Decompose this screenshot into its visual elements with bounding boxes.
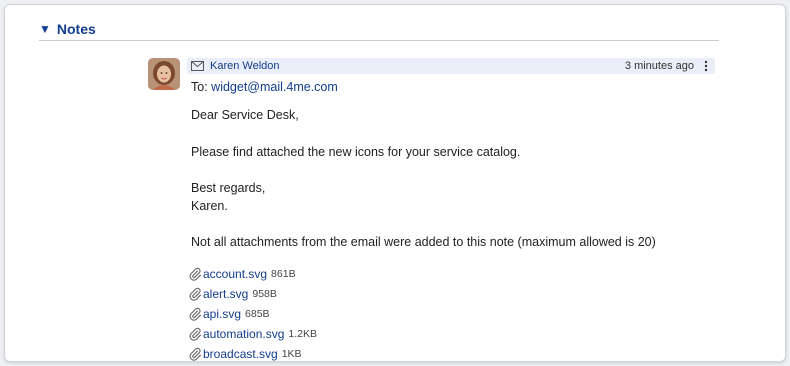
attachment-item: alert.svg 958B (188, 284, 317, 304)
attachment-item: account.svg 861B (188, 264, 317, 284)
attachment-link[interactable]: broadcast.svg (203, 347, 278, 361)
attachment-size: 1KB (281, 348, 302, 360)
paperclip-icon (188, 287, 202, 301)
attachment-size: 685B (245, 308, 270, 320)
note-timestamp: 3 minutes ago (624, 60, 694, 72)
note-greeting: Dear Service Desk, (191, 108, 299, 122)
attachment-size: 1.2KB (288, 328, 317, 340)
paperclip-icon (188, 267, 202, 281)
note-header: Karen Weldon 3 minutes ago (187, 58, 715, 74)
section-title: Notes (56, 20, 96, 37)
attachment-size: 958B (252, 288, 277, 300)
note-author-link[interactable]: Karen Weldon (210, 60, 280, 72)
note-closing: Best regards, (191, 181, 266, 195)
attachment-item: broadcast.svg 1KB (188, 344, 317, 361)
attachment-link[interactable]: account.svg (203, 267, 267, 281)
collapse-toggle-icon[interactable]: ▼ (39, 22, 51, 36)
attachment-list: account.svg 861B alert.svg 958B api.svg … (188, 264, 317, 361)
avatar-image (148, 58, 180, 90)
attachment-size: 861B (271, 268, 296, 280)
paperclip-icon (188, 347, 202, 361)
recipient-line: To: widget@mail.4me.com (191, 80, 338, 94)
notes-panel: ▼ Notes Karen Weldon 3 minutes ago To: w… (4, 4, 786, 362)
note-signature: Karen. (191, 199, 228, 213)
attachment-link[interactable]: automation.svg (203, 327, 284, 341)
envelope-icon (191, 61, 204, 71)
attachment-limit-notice: Not all attachments from the email were … (191, 235, 656, 249)
attachment-link[interactable]: api.svg (203, 307, 241, 321)
recipient-email-link[interactable]: widget@mail.4me.com (211, 80, 338, 94)
attachment-link[interactable]: alert.svg (203, 287, 248, 301)
attachment-item: api.svg 685B (188, 304, 317, 324)
attachment-item: automation.svg 1.2KB (188, 324, 317, 344)
avatar[interactable] (148, 58, 180, 90)
note-message: Please find attached the new icons for y… (191, 145, 521, 159)
paperclip-icon (188, 327, 202, 341)
notes-section-header[interactable]: ▼ Notes (39, 17, 719, 41)
paperclip-icon (188, 307, 202, 321)
to-label: To: (191, 80, 208, 94)
kebab-menu-icon[interactable] (699, 60, 713, 72)
